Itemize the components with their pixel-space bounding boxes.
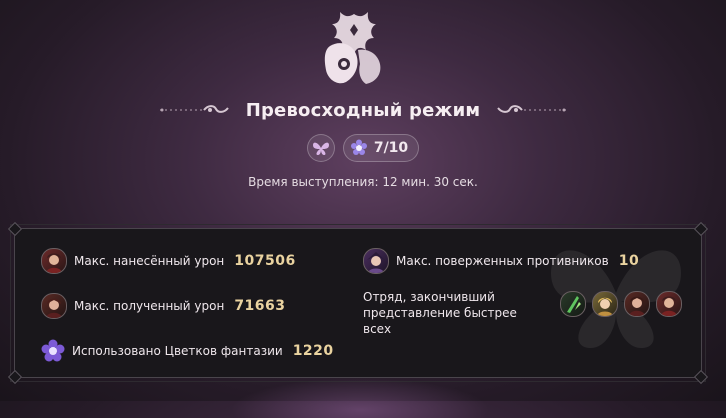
right-ornament-icon [497, 105, 567, 113]
page-title: Превосходный режим [245, 99, 481, 121]
character-avatar-icon [560, 291, 586, 317]
left-ornament-icon [159, 105, 229, 113]
character-avatar-icon [656, 291, 682, 317]
performance-time: Время выступления: 12 мин. 30 сек. [248, 175, 478, 189]
character-avatar-icon [624, 291, 650, 317]
butterfly-badge[interactable] [306, 134, 335, 162]
stat-label: Макс. поверженных противников [396, 254, 609, 268]
panel-corner-ornament [7, 369, 23, 385]
score-value: 7/10 [373, 140, 409, 156]
fastest-team-members [560, 291, 682, 317]
star-flower-icon [350, 139, 367, 155]
score-badge[interactable]: 7/10 [342, 134, 420, 162]
character-avatar-icon [363, 248, 389, 274]
bottom-glow [230, 378, 490, 418]
character-avatar-icon [41, 293, 67, 319]
stat-value: 71663 [234, 298, 286, 314]
panel-corner-ornament [693, 221, 709, 237]
stat-fantasy-flowers: Использовано Цветков фантазии 1220 [41, 339, 334, 363]
character-avatar-icon [592, 291, 618, 317]
stat-fastest-team-label: Отряд, закончивший представление быстрее… [363, 289, 543, 337]
stat-value: 1220 [292, 343, 334, 359]
panel-corner-ornament [693, 369, 709, 385]
stat-label: Использовано Цветков фантазии [72, 344, 283, 358]
stat-label: Макс. нанесённый урон [74, 254, 225, 268]
fantasy-flower-icon [41, 339, 65, 363]
stat-label: Макс. полученный урон [74, 299, 225, 313]
stat-max-damage-dealt: Макс. нанесённый урон 107506 [41, 248, 296, 274]
stat-value: 10 [618, 253, 640, 269]
flower-crest-emblem-icon [324, 12, 381, 84]
butterfly-badge-icon [312, 142, 329, 155]
stat-max-enemies-defeated: Макс. поверженных противников 10 [363, 248, 639, 274]
stats-panel: Макс. нанесённый урон 107506 Макс. повер… [7, 221, 709, 385]
panel-corner-ornament [7, 221, 23, 237]
stat-max-damage-taken: Макс. полученный урон 71663 [41, 293, 286, 319]
stat-value: 107506 [234, 253, 296, 269]
fastest-team-label-line2: представление быстрее всех [363, 306, 517, 336]
character-avatar-icon [41, 248, 67, 274]
fastest-team-label-line1: Отряд, закончивший [363, 290, 495, 304]
